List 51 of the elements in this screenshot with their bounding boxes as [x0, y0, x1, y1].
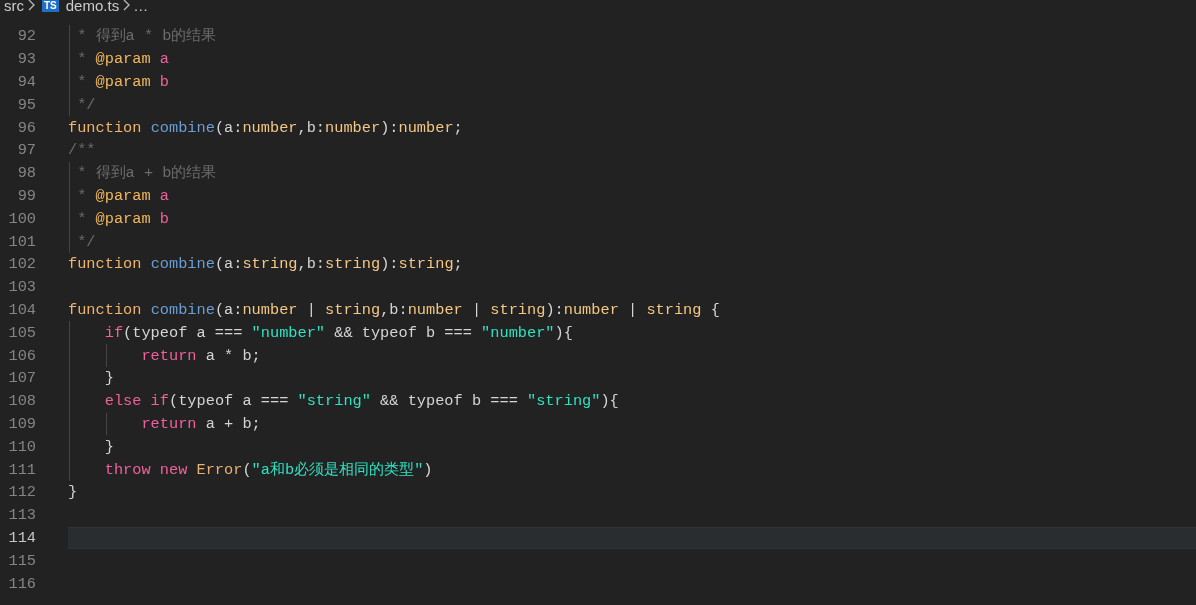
code-line: return a + b; [140, 413, 261, 434]
line-number: 98 [16, 163, 36, 184]
breadcrumb-item[interactable]: src [4, 0, 24, 13]
code-line: * 得到a + b的结果 [76, 163, 217, 184]
line-number: 93 [16, 49, 36, 70]
typescript-file-badge: TS [42, 0, 59, 12]
line-number: 108 [7, 391, 36, 412]
line-number: 96 [16, 117, 36, 138]
line-number: 105 [7, 322, 36, 343]
line-number: 94 [16, 72, 36, 92]
breadcrumb-item[interactable]: … [133, 0, 149, 13]
line-number: 109 [7, 413, 36, 434]
line-number: 95 [16, 94, 36, 115]
line-number: 114 [7, 527, 36, 548]
line-number: 103 [7, 277, 36, 298]
code-line: if(typeof a === "number" && typeof b === "number"){ [103, 322, 573, 343]
line-number: 102 [7, 254, 36, 275]
chevron-right-icon [27, 0, 35, 11]
line-number: 99 [16, 185, 36, 206]
code-line: } [103, 368, 114, 389]
line-number: 116 [7, 573, 36, 594]
line-number: 104 [7, 299, 36, 320]
code-line: */ [76, 231, 96, 252]
code-line: */ [76, 94, 96, 115]
line-number: 97 [16, 140, 36, 161]
code-line: * @param a [76, 49, 169, 70]
line-number: 110 [7, 436, 36, 457]
code-line: function combine(a:number | string,b:number | string):number | string { [68, 299, 720, 320]
code-line: * @param a [76, 185, 169, 206]
line-number: 100 [7, 208, 36, 229]
breadcrumb-item[interactable]: demo.ts [65, 0, 120, 13]
code-line: return a * b; [140, 345, 261, 366]
code-line: throw new Error("a和b必须是相同的类型") [103, 459, 433, 480]
code-line: else if(typeof a === "string" && typeof b === "string"){ [103, 391, 619, 412]
code-line: } [103, 436, 114, 457]
code-line: * @param b [76, 208, 169, 229]
line-number: 92 [16, 26, 36, 47]
line-number: 112 [7, 482, 36, 503]
code-line: /** [68, 140, 96, 161]
code-line: * 得到a * b的结果 [76, 26, 217, 47]
code-line: } [68, 482, 78, 503]
line-number: 113 [7, 505, 36, 526]
code-line: function combine(a:number,b:number):number; [68, 117, 463, 138]
line-number: 115 [7, 550, 36, 571]
chevron-right-icon [122, 0, 131, 11]
line-number: 107 [7, 368, 36, 389]
line-number: 106 [7, 345, 36, 366]
line-number: 111 [7, 459, 36, 480]
code-line: function combine(a:string,b:string):string; [68, 254, 463, 275]
line-number: 101 [7, 231, 36, 252]
code-line: * @param b [76, 72, 169, 92]
